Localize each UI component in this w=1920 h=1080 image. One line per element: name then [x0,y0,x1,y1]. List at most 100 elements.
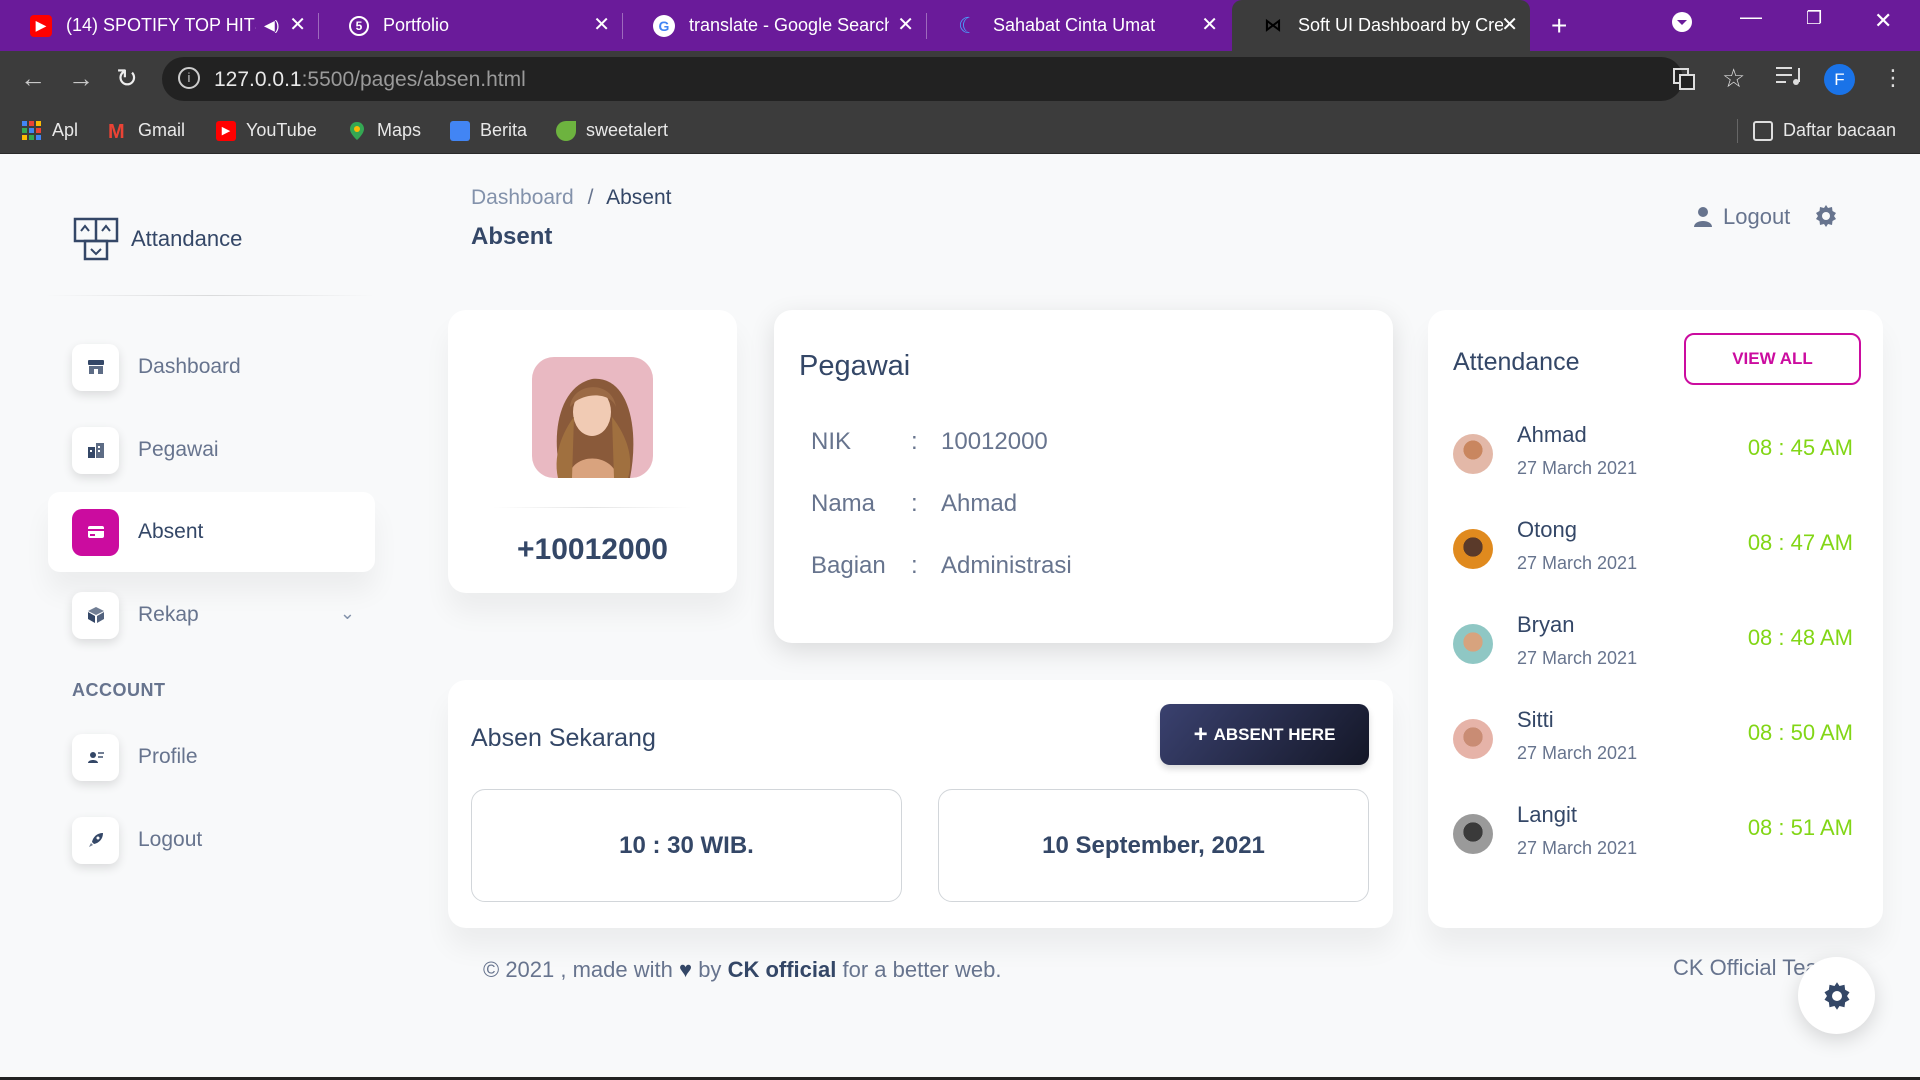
breadcrumb: Dashboard / Absent [471,186,672,210]
bookmark-label: YouTube [246,120,317,140]
attendance-row: Otong 27 March 2021 08 : 47 AM [1453,517,1863,597]
bookmark-youtube[interactable]: ▶ YouTube [216,107,317,154]
gmail-icon: M [108,120,125,143]
employee-nik-display: +10012000 [517,533,668,566]
window-close-icon[interactable]: ✕ [1874,8,1892,34]
shop-icon [72,343,119,391]
bookmark-maps[interactable]: Maps [347,107,421,154]
current-time: 10 : 30 WIB. [619,831,754,859]
info-row-nik: NIK:10012000 [811,428,1048,456]
tab-portfolio[interactable]: 5 Portfolio ✕ [319,0,622,51]
footer-author-link[interactable]: CK official [728,957,837,982]
youtube-icon: ▶ [30,14,52,37]
browser-toolbar: ← → ↻ i 127.0.0.1:5500/pages/absen.html … [0,51,1920,107]
youtube-icon: ▶ [216,120,236,141]
info-key: Nama [811,490,876,517]
tab-sahabat[interactable]: ☾ Sahabat Cinta Umat ✕ [927,0,1230,51]
settings-gear-icon[interactable] [1814,204,1838,233]
close-icon[interactable]: ✕ [1501,14,1518,36]
site-info-icon[interactable]: i [178,67,200,89]
bookmark-apps[interactable]: Apl [22,107,78,154]
attendance-row: Langit 27 March 2021 08 : 51 AM [1453,802,1863,882]
close-icon[interactable]: ✕ [593,14,610,36]
sidebar-item-pegawai[interactable]: Pegawai [48,410,375,490]
media-control-icon[interactable] [1776,65,1802,93]
attendance-row: Bryan 27 March 2021 08 : 48 AM [1453,612,1863,692]
back-icon[interactable]: ← [20,63,46,94]
gear-icon [1824,981,1849,1010]
reading-list[interactable]: Daftar bacaan [1753,107,1896,154]
menu-kebab-icon[interactable]: ⋮ [1882,65,1904,91]
bookmark-label: sweetalert [586,120,669,140]
current-date-box: 10 September, 2021 [938,789,1369,902]
page-title: Absent [471,223,553,250]
attendance-time: 08 : 51 AM [1747,815,1853,840]
site-icon: ☾ [958,12,978,38]
address-bar[interactable]: i 127.0.0.1:5500/pages/absen.html ☆ [162,57,1745,101]
portfolio-icon: 5 [349,15,369,36]
minimize-icon[interactable]: — [1740,4,1762,30]
rocket-icon [72,816,119,864]
attendance-time: 08 : 48 AM [1747,625,1853,650]
sidebar-section-heading: ACCOUNT [72,680,166,700]
info-sep: : [911,552,918,579]
avatar [1453,624,1493,664]
brand[interactable]: Attandance [73,217,242,261]
tab-title: Portfolio [383,15,450,35]
sidebar-item-label: Profile [138,745,198,768]
close-icon[interactable]: ✕ [289,14,306,36]
attendance-date: 27 March 2021 [1517,553,1638,573]
restore-icon[interactable]: ❐ [1806,8,1822,29]
current-date: 10 September, 2021 [1042,831,1265,859]
header-logout-link[interactable]: Logout [1693,204,1790,230]
bookmark-divider [1737,119,1738,143]
maps-pin-icon [347,121,367,141]
configurator-gear-button[interactable] [1798,957,1875,1034]
sidebar-item-absent[interactable]: Absent [48,492,375,572]
bookmark-sweetalert[interactable]: sweetalert [556,107,668,154]
tab-search-icon[interactable] [1670,10,1694,40]
heart-icon: ♥ [679,957,693,982]
creative-tim-icon: ⋈ [1264,15,1282,35]
breadcrumb-separator: / [587,186,594,209]
reload-icon[interactable]: ↻ [116,63,138,94]
sidebar-item-dashboard[interactable]: Dashboard [48,327,375,407]
tab-title: translate - Google Search [689,15,889,35]
bookmark-star-icon[interactable]: ☆ [1722,63,1745,94]
dashboard-page: Attandance Dashboard Pegawai Absent Reka… [0,155,1920,1080]
sidebar-item-profile[interactable]: Profile [48,717,375,797]
absent-here-button[interactable]: + ABSENT HERE [1160,704,1369,765]
chevron-down-icon[interactable]: ⌄ [340,603,355,624]
url-text[interactable]: 127.0.0.1:5500/pages/absen.html [214,68,526,92]
attendance-name: Langit [1517,802,1577,827]
footer-by: by [698,957,722,982]
bookmark-label: Apl [52,120,79,140]
plus-icon: + [1193,720,1208,748]
bookmark-label: Gmail [138,120,186,140]
tab-spotify[interactable]: ▶ (14) SPOTIFY TOP HITS ◀) ✕ [0,0,318,51]
close-icon[interactable]: ✕ [1201,14,1218,36]
view-all-button[interactable]: VIEW ALL [1684,333,1861,385]
leaf-icon [556,120,576,141]
profile-avatar[interactable]: F [1824,64,1855,95]
translate-icon[interactable] [1672,67,1696,97]
new-tab-button[interactable]: + [1551,10,1567,42]
footer-credit: © 2021 , made with ♥ by CK official for … [483,957,1001,983]
url-path: :5500/pages/absen.html [301,68,526,91]
bookmark-gmail[interactable]: M Gmail [108,107,185,154]
close-icon[interactable]: ✕ [897,14,914,36]
breadcrumb-root[interactable]: Dashboard [471,186,574,209]
bookmark-berita[interactable]: Berita [450,107,527,154]
sidebar-item-logout[interactable]: Logout [48,800,375,880]
tab-translate[interactable]: G translate - Google Search ✕ [623,0,926,51]
speaker-icon[interactable]: ◀) [264,17,279,34]
employee-profile-card: +10012000 [448,310,737,593]
attendance-date: 27 March 2021 [1517,648,1638,668]
forward-icon[interactable]: → [68,63,94,94]
attendance-date: 27 March 2021 [1517,743,1638,763]
sidebar-item-rekap[interactable]: Rekap ⌄ [48,575,375,655]
footer-prefix: © 2021 , made with [483,957,673,982]
brand-name: Attandance [131,226,243,251]
tab-soft-ui[interactable]: ⋈ Soft UI Dashboard by Crea ✕ [1232,0,1530,51]
employee-avatar [532,357,653,478]
